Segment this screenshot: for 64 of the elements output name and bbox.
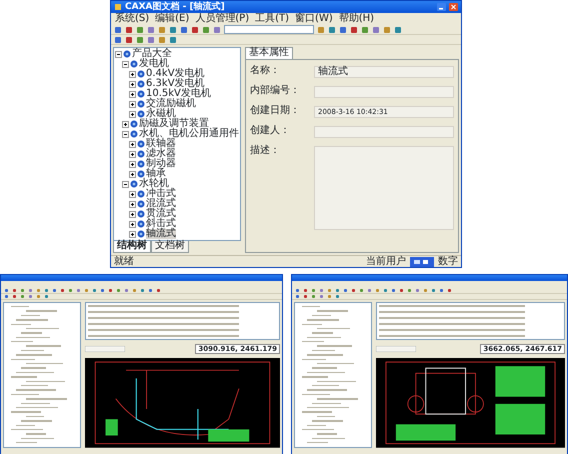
tree-item[interactable]: 6.3kV发电机 [146,79,205,89]
expand-toggle[interactable] [129,190,136,198]
tree-item[interactable]: 励磁及调节装置 [139,119,209,129]
close-icon[interactable] [449,3,458,11]
field-label: 创建日期： [250,106,301,116]
tree-tab[interactable]: 结构树 [113,241,151,253]
tree-item[interactable]: 交流励磁机 [146,99,196,109]
text-field[interactable] [314,86,454,98]
menu-item[interactable]: 窗口(W) [295,14,333,24]
collapse-toggle[interactable] [115,50,122,58]
expand-toggle[interactable] [129,160,136,168]
user-panel-icon [410,256,434,266]
description-field[interactable] [314,146,454,230]
properties-tab[interactable]: 基本属性 [245,47,293,59]
field-label: 创建人： [250,126,291,136]
tree-item[interactable]: 轴承 [146,169,166,179]
tree-item[interactable]: 水机、电机公用通用件 [139,129,239,139]
collapse-toggle[interactable] [122,130,129,138]
tree-item[interactable]: 水轮机 [139,179,169,189]
status-message: 就绪 [114,256,134,266]
window-title: CAXA图文档 - [轴流式] [125,2,225,12]
tree-item[interactable]: 制动器 [146,159,176,169]
expand-toggle[interactable] [129,150,136,158]
tree-item[interactable]: 0.4kV发电机 [146,69,205,79]
toolbar-combo-field[interactable] [224,25,314,34]
menu-item[interactable]: 系统(S) [115,14,150,24]
current-user-label: 当前用户 [366,256,406,266]
expand-toggle[interactable] [129,100,136,108]
input-mode-label: 数字 [438,256,458,266]
expand-toggle[interactable] [122,120,129,128]
tree-item[interactable]: 永磁机 [146,109,176,119]
menu-item[interactable]: 编辑(E) [155,14,190,24]
tree-item[interactable]: 混流式 [146,199,176,209]
text-field[interactable]: 轴流式 [314,66,454,78]
expand-toggle[interactable] [129,230,136,238]
expand-toggle[interactable] [129,170,136,178]
minimize-icon[interactable] [437,3,446,11]
tree-item[interactable]: 10.5kV发电机 [146,89,211,99]
tree-item[interactable]: 斜击式 [146,219,176,229]
field-label: 描述： [250,146,281,156]
tree-tab[interactable]: 文档树 [151,241,189,253]
app-icon [114,3,122,11]
expand-toggle[interactable] [129,110,136,118]
expand-toggle[interactable] [129,80,136,88]
expand-toggle[interactable] [129,70,136,78]
expand-toggle[interactable] [129,140,136,148]
tree-item[interactable]: 发电机 [139,59,169,69]
text-field[interactable] [314,126,454,138]
expand-toggle[interactable] [129,90,136,98]
expand-toggle[interactable] [129,210,136,218]
tree-item[interactable]: 冲击式 [146,189,176,199]
menu-item[interactable]: 帮助(H) [338,14,374,24]
tree-item[interactable]: 联轴器 [146,139,176,149]
menu-item[interactable]: 工具(T) [255,14,290,24]
tree-item[interactable]: 贯流式 [146,209,176,219]
expand-toggle[interactable] [129,200,136,208]
collapse-toggle[interactable] [122,60,129,68]
expand-toggle[interactable] [129,220,136,228]
field-label: 名称： [250,66,281,76]
collapse-toggle[interactable] [122,180,129,188]
field-label: 内部编号： [250,86,301,96]
tree-item[interactable]: 滤水器 [146,149,176,159]
tree-item[interactable]: 轴流式 [146,229,176,239]
menu-item[interactable]: 人员管理(P) [195,14,250,24]
